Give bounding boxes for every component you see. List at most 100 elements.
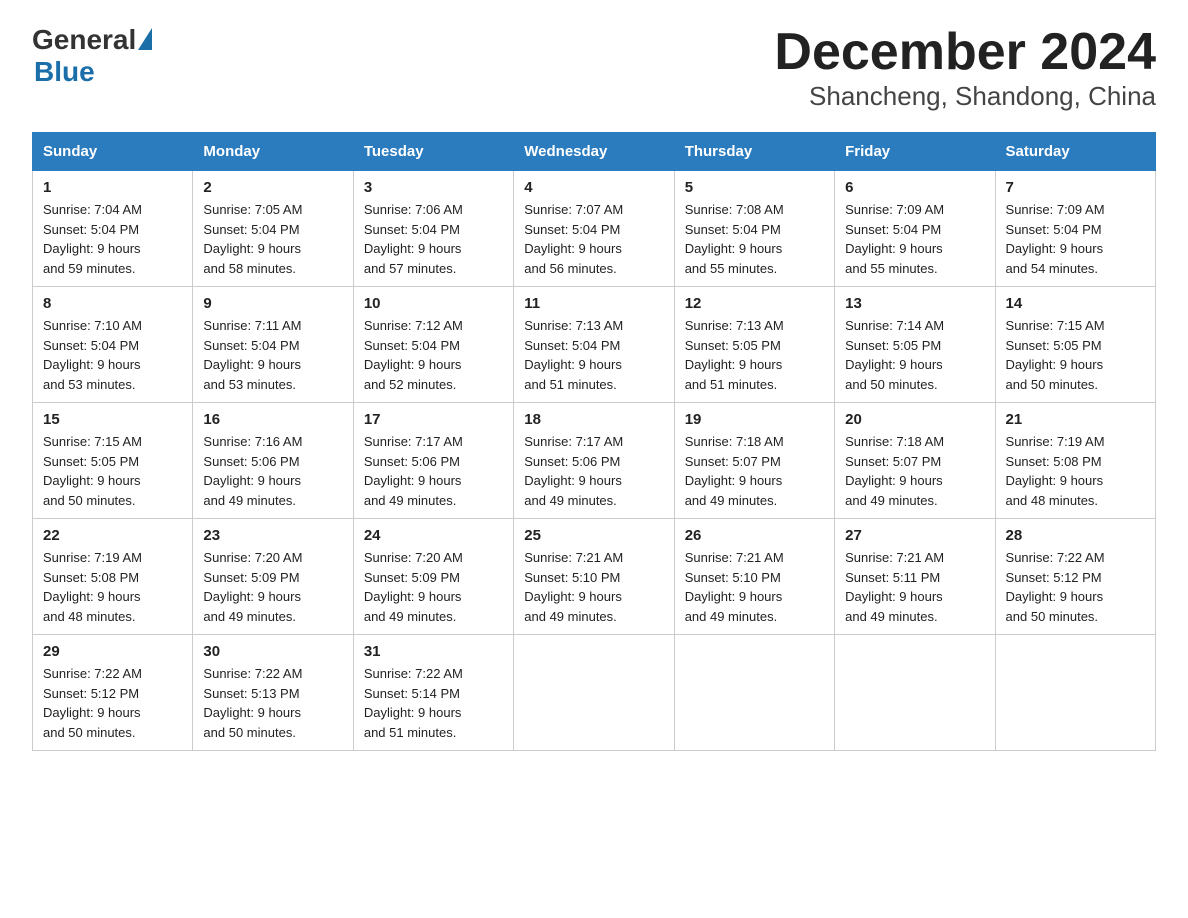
day-info: Sunrise: 7:18 AMSunset: 5:07 PMDaylight:…	[845, 432, 984, 510]
day-number: 17	[364, 411, 503, 428]
day-number: 13	[845, 295, 984, 312]
day-info: Sunrise: 7:05 AMSunset: 5:04 PMDaylight:…	[203, 200, 342, 278]
day-number: 2	[203, 179, 342, 196]
calendar-day-15: 15 Sunrise: 7:15 AMSunset: 5:05 PMDayligh…	[33, 403, 193, 519]
column-header-thursday: Thursday	[674, 133, 834, 171]
calendar-day-1: 1 Sunrise: 7:04 AMSunset: 5:04 PMDaylight…	[33, 171, 193, 287]
calendar-day-24: 24 Sunrise: 7:20 AMSunset: 5:09 PMDayligh…	[353, 519, 513, 635]
day-info: Sunrise: 7:19 AMSunset: 5:08 PMDaylight:…	[1006, 432, 1145, 510]
day-info: Sunrise: 7:17 AMSunset: 5:06 PMDaylight:…	[364, 432, 503, 510]
calendar-day-4: 4 Sunrise: 7:07 AMSunset: 5:04 PMDaylight…	[514, 171, 674, 287]
day-number: 15	[43, 411, 182, 428]
calendar-day-empty	[514, 635, 674, 751]
day-number: 31	[364, 643, 503, 660]
day-number: 29	[43, 643, 182, 660]
calendar-week-row: 1 Sunrise: 7:04 AMSunset: 5:04 PMDaylight…	[33, 171, 1156, 287]
day-number: 1	[43, 179, 182, 196]
day-info: Sunrise: 7:04 AMSunset: 5:04 PMDaylight:…	[43, 200, 182, 278]
day-number: 12	[685, 295, 824, 312]
day-number: 28	[1006, 527, 1145, 544]
day-info: Sunrise: 7:09 AMSunset: 5:04 PMDaylight:…	[845, 200, 984, 278]
calendar-week-row: 8 Sunrise: 7:10 AMSunset: 5:04 PMDaylight…	[33, 287, 1156, 403]
page-header: General Blue December 2024 Shancheng, Sh…	[32, 24, 1156, 112]
calendar-day-5: 5 Sunrise: 7:08 AMSunset: 5:04 PMDaylight…	[674, 171, 834, 287]
column-header-sunday: Sunday	[33, 133, 193, 171]
day-number: 10	[364, 295, 503, 312]
day-number: 3	[364, 179, 503, 196]
column-header-friday: Friday	[835, 133, 995, 171]
day-number: 22	[43, 527, 182, 544]
day-number: 19	[685, 411, 824, 428]
calendar-day-28: 28 Sunrise: 7:22 AMSunset: 5:12 PMDayligh…	[995, 519, 1155, 635]
logo: General Blue	[32, 24, 152, 88]
day-number: 27	[845, 527, 984, 544]
day-info: Sunrise: 7:10 AMSunset: 5:04 PMDaylight:…	[43, 316, 182, 394]
calendar-day-19: 19 Sunrise: 7:18 AMSunset: 5:07 PMDayligh…	[674, 403, 834, 519]
calendar-day-29: 29 Sunrise: 7:22 AMSunset: 5:12 PMDayligh…	[33, 635, 193, 751]
day-number: 18	[524, 411, 663, 428]
calendar-day-10: 10 Sunrise: 7:12 AMSunset: 5:04 PMDayligh…	[353, 287, 513, 403]
calendar-day-16: 16 Sunrise: 7:16 AMSunset: 5:06 PMDayligh…	[193, 403, 353, 519]
column-header-tuesday: Tuesday	[353, 133, 513, 171]
day-number: 4	[524, 179, 663, 196]
day-info: Sunrise: 7:22 AMSunset: 5:13 PMDaylight:…	[203, 664, 342, 742]
day-info: Sunrise: 7:18 AMSunset: 5:07 PMDaylight:…	[685, 432, 824, 510]
calendar-week-row: 29 Sunrise: 7:22 AMSunset: 5:12 PMDayligh…	[33, 635, 1156, 751]
calendar-day-empty	[835, 635, 995, 751]
calendar-day-9: 9 Sunrise: 7:11 AMSunset: 5:04 PMDaylight…	[193, 287, 353, 403]
day-number: 9	[203, 295, 342, 312]
day-info: Sunrise: 7:20 AMSunset: 5:09 PMDaylight:…	[364, 548, 503, 626]
calendar-week-row: 15 Sunrise: 7:15 AMSunset: 5:05 PMDayligh…	[33, 403, 1156, 519]
calendar-day-26: 26Sunrise: 7:21 AMSunset: 5:10 PMDayligh…	[674, 519, 834, 635]
day-info: Sunrise: 7:17 AMSunset: 5:06 PMDaylight:…	[524, 432, 663, 510]
calendar-day-30: 30Sunrise: 7:22 AMSunset: 5:13 PMDayligh…	[193, 635, 353, 751]
logo-blue-text: Blue	[34, 56, 95, 88]
column-header-wednesday: Wednesday	[514, 133, 674, 171]
day-info: Sunrise: 7:08 AMSunset: 5:04 PMDaylight:…	[685, 200, 824, 278]
logo-triangle-icon	[138, 28, 152, 50]
day-info: Sunrise: 7:15 AMSunset: 5:05 PMDaylight:…	[43, 432, 182, 510]
calendar-day-25: 25Sunrise: 7:21 AMSunset: 5:10 PMDayligh…	[514, 519, 674, 635]
day-number: 16	[203, 411, 342, 428]
day-info: Sunrise: 7:06 AMSunset: 5:04 PMDaylight:…	[364, 200, 503, 278]
calendar-day-18: 18 Sunrise: 7:17 AMSunset: 5:06 PMDayligh…	[514, 403, 674, 519]
day-info: Sunrise: 7:13 AMSunset: 5:05 PMDaylight:…	[685, 316, 824, 394]
calendar-title: December 2024	[774, 24, 1156, 81]
calendar-day-20: 20 Sunrise: 7:18 AMSunset: 5:07 PMDayligh…	[835, 403, 995, 519]
day-info: Sunrise: 7:07 AMSunset: 5:04 PMDaylight:…	[524, 200, 663, 278]
column-header-saturday: Saturday	[995, 133, 1155, 171]
logo-general-text: General	[32, 24, 136, 56]
calendar-day-23: 23Sunrise: 7:20 AMSunset: 5:09 PMDayligh…	[193, 519, 353, 635]
day-info: Sunrise: 7:11 AMSunset: 5:04 PMDaylight:…	[203, 316, 342, 394]
calendar-day-22: 22Sunrise: 7:19 AMSunset: 5:08 PMDayligh…	[33, 519, 193, 635]
day-info: Sunrise: 7:09 AMSunset: 5:04 PMDaylight:…	[1006, 200, 1145, 278]
day-info: Sunrise: 7:16 AMSunset: 5:06 PMDaylight:…	[203, 432, 342, 510]
calendar-day-14: 14Sunrise: 7:15 AMSunset: 5:05 PMDayligh…	[995, 287, 1155, 403]
calendar-day-17: 17 Sunrise: 7:17 AMSunset: 5:06 PMDayligh…	[353, 403, 513, 519]
day-number: 20	[845, 411, 984, 428]
calendar-day-8: 8 Sunrise: 7:10 AMSunset: 5:04 PMDaylight…	[33, 287, 193, 403]
calendar-body: 1 Sunrise: 7:04 AMSunset: 5:04 PMDaylight…	[33, 171, 1156, 751]
column-header-monday: Monday	[193, 133, 353, 171]
day-number: 26	[685, 527, 824, 544]
day-info: Sunrise: 7:14 AMSunset: 5:05 PMDaylight:…	[845, 316, 984, 394]
day-info: Sunrise: 7:12 AMSunset: 5:04 PMDaylight:…	[364, 316, 503, 394]
calendar-table: SundayMondayTuesdayWednesdayThursdayFrid…	[32, 132, 1156, 751]
calendar-day-7: 7Sunrise: 7:09 AMSunset: 5:04 PMDaylight…	[995, 171, 1155, 287]
day-number: 5	[685, 179, 824, 196]
day-info: Sunrise: 7:22 AMSunset: 5:14 PMDaylight:…	[364, 664, 503, 742]
calendar-day-12: 12 Sunrise: 7:13 AMSunset: 5:05 PMDayligh…	[674, 287, 834, 403]
calendar-day-31: 31 Sunrise: 7:22 AMSunset: 5:14 PMDayligh…	[353, 635, 513, 751]
day-number: 8	[43, 295, 182, 312]
day-number: 24	[364, 527, 503, 544]
day-info: Sunrise: 7:15 AMSunset: 5:05 PMDaylight:…	[1006, 316, 1145, 394]
title-block: December 2024 Shancheng, Shandong, China	[774, 24, 1156, 112]
day-number: 21	[1006, 411, 1145, 428]
day-info: Sunrise: 7:22 AMSunset: 5:12 PMDaylight:…	[1006, 548, 1145, 626]
calendar-day-3: 3 Sunrise: 7:06 AMSunset: 5:04 PMDaylight…	[353, 171, 513, 287]
day-info: Sunrise: 7:22 AMSunset: 5:12 PMDaylight:…	[43, 664, 182, 742]
day-info: Sunrise: 7:20 AMSunset: 5:09 PMDaylight:…	[203, 548, 342, 626]
calendar-header-row: SundayMondayTuesdayWednesdayThursdayFrid…	[33, 133, 1156, 171]
calendar-day-empty	[674, 635, 834, 751]
calendar-day-2: 2 Sunrise: 7:05 AMSunset: 5:04 PMDaylight…	[193, 171, 353, 287]
